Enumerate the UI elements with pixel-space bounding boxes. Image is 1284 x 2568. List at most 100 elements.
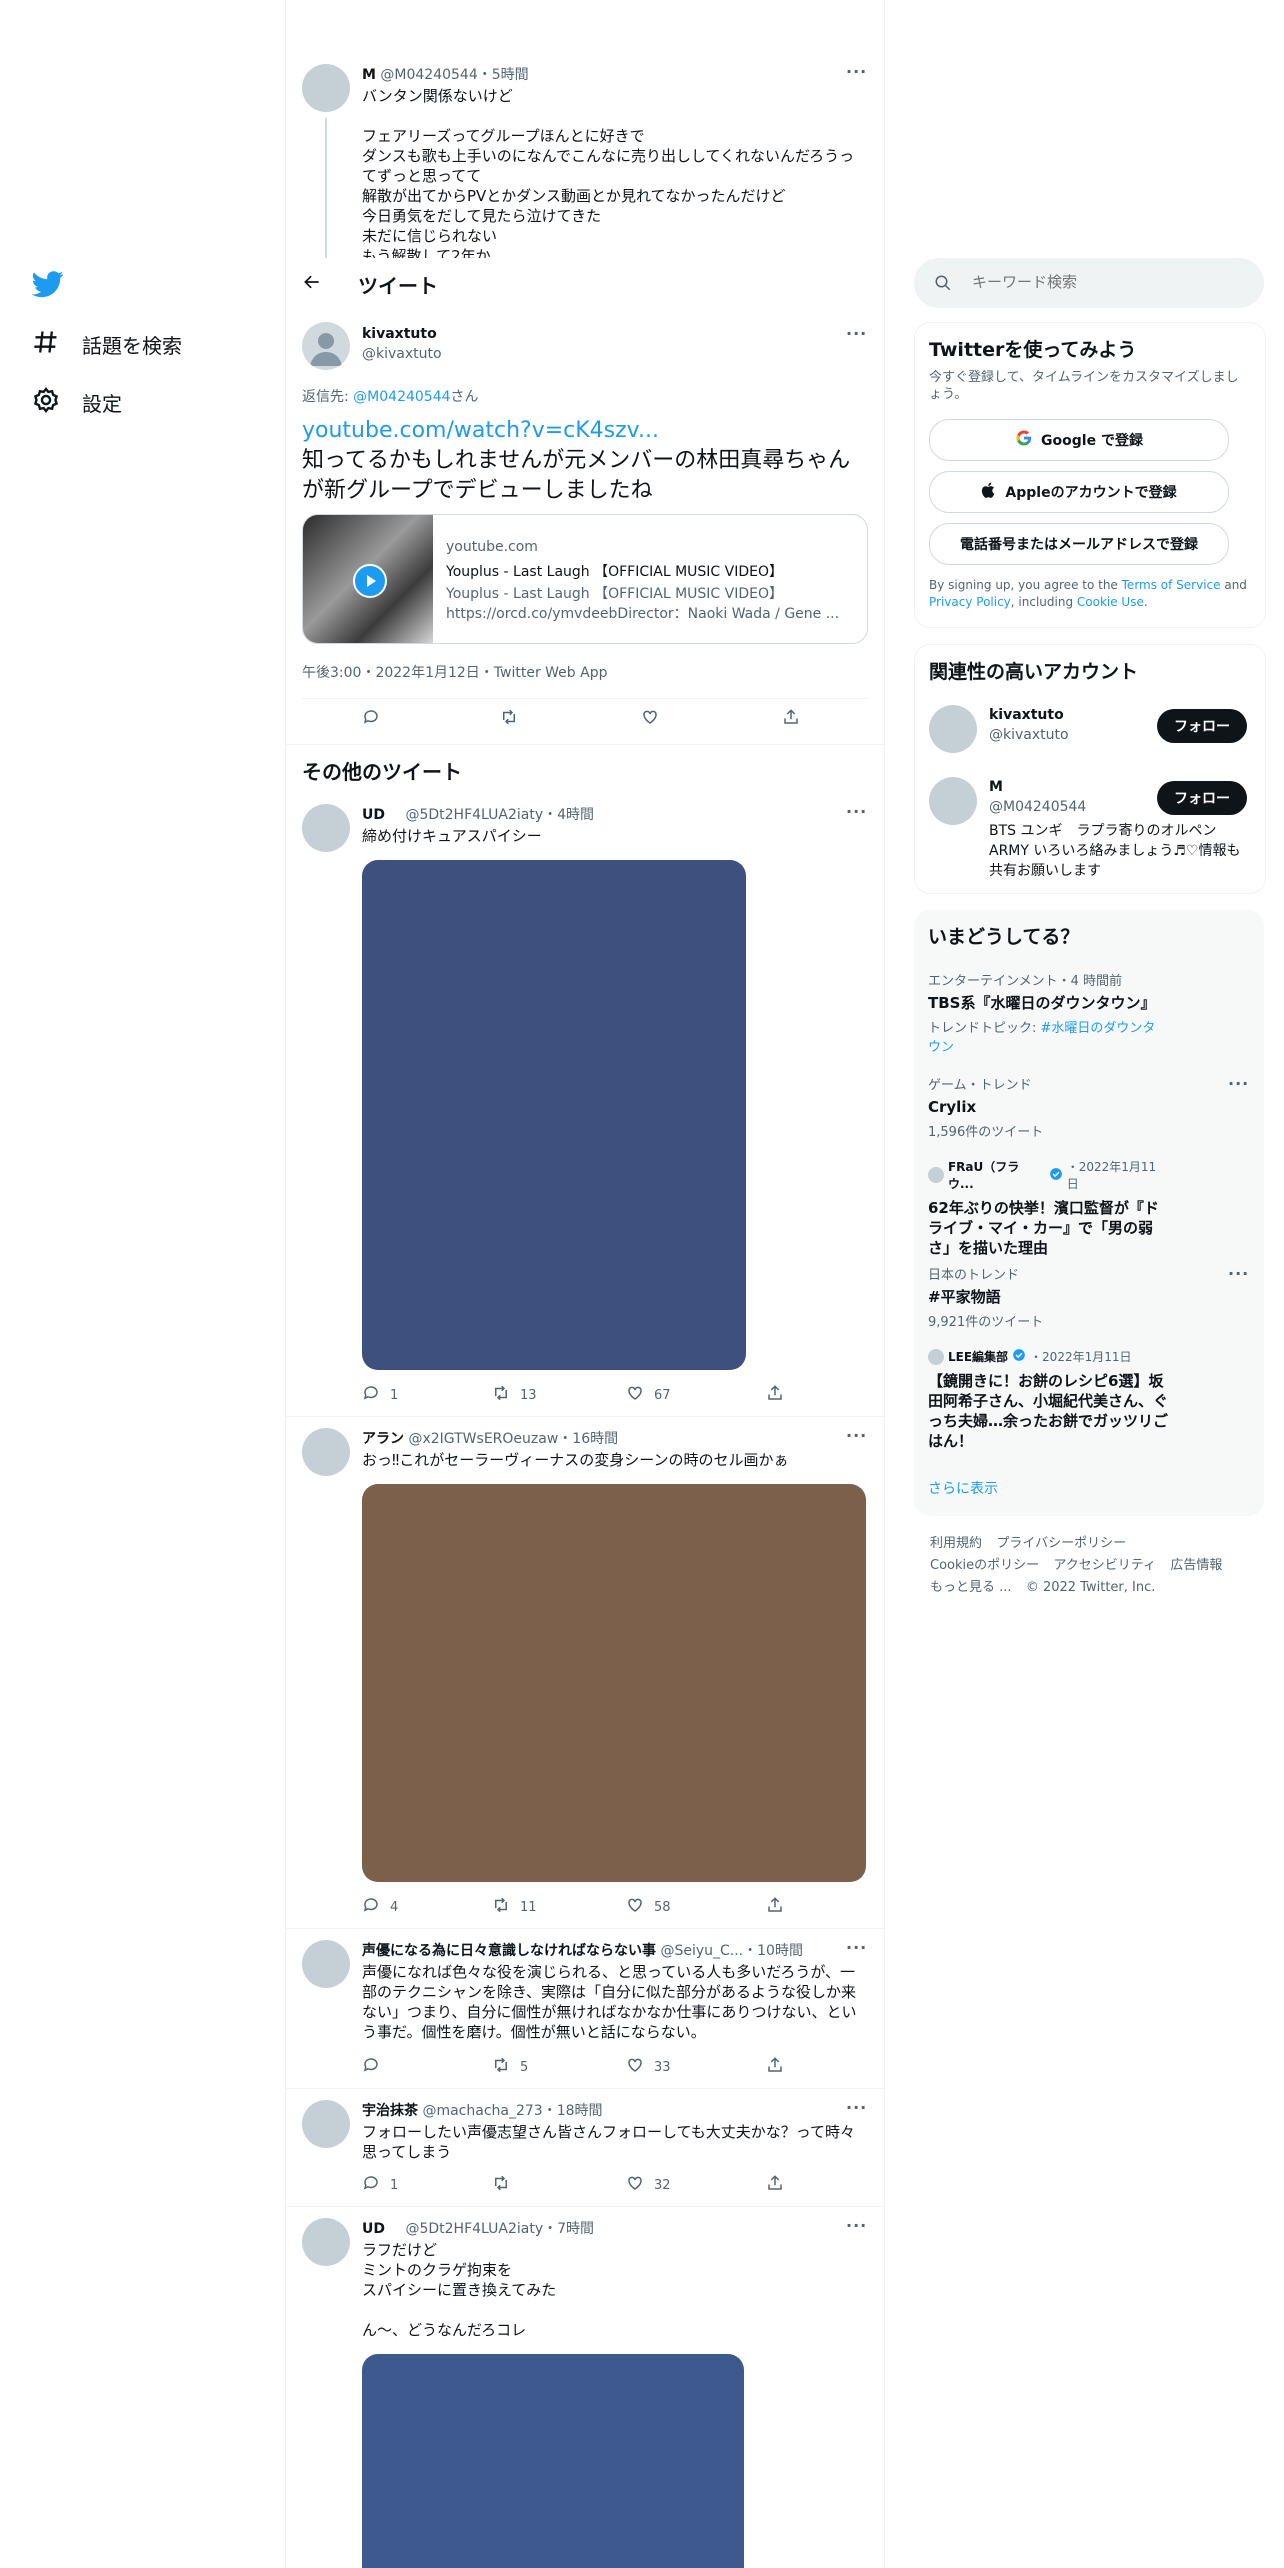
news-item[interactable]: LEE編集部 ・2022年1月11日 【鏡開きに！お餅のレシピ6選】坂田阿希子さ… xyxy=(928,1348,1168,1451)
footer-cookie[interactable]: Cookieのポリシー xyxy=(930,1558,1039,1573)
tweet-time[interactable]: ・5時間 xyxy=(478,67,529,83)
retweet-button[interactable]: 5 xyxy=(492,2056,528,2078)
parent-tweet[interactable]: M @M04240544・5時間 ··· バンタン関係ないけど フェアリーズって… xyxy=(286,0,884,258)
play-icon[interactable] xyxy=(353,564,387,598)
follow-button[interactable]: フォロー xyxy=(1157,709,1247,743)
tweet-link[interactable]: youtube.com/watch?v=cK4szv... xyxy=(302,418,659,443)
trend-item[interactable]: 日本のトレンド #平家物語 9,921件のツイート xyxy=(928,1264,1248,1330)
reply-button[interactable]: 1 xyxy=(362,2174,398,2196)
search-input[interactable] xyxy=(970,272,1244,292)
avatar[interactable] xyxy=(929,705,977,753)
user-handle[interactable]: @x2IGTWsEROeuzaw xyxy=(408,1431,558,1447)
like-button[interactable]: 33 xyxy=(626,2056,671,2078)
link-card[interactable]: youtube.com Youplus - Last Laugh 【OFFICI… xyxy=(302,514,868,644)
share-button[interactable] xyxy=(766,1384,784,1406)
more-icon[interactable]: ··· xyxy=(846,802,867,821)
tweet-item[interactable]: 声優になる為に日々意識しなければならない事 @Seiyu_C...・10時間 ·… xyxy=(286,1928,884,2088)
avatar[interactable] xyxy=(302,2100,350,2148)
footer-ads[interactable]: 広告情報 xyxy=(1170,1558,1222,1573)
back-arrow-icon[interactable] xyxy=(302,272,322,296)
trend-item[interactable]: エンターテインメント・4 時間前 TBS系『水曜日のダウンタウン』 トレンドトピ… xyxy=(928,970,1248,1055)
more-icon[interactable]: ··· xyxy=(846,324,867,343)
reply-to-handle[interactable]: @M04240544 xyxy=(353,389,450,405)
account-name[interactable]: kivaxtuto xyxy=(989,707,1064,723)
follow-button[interactable]: フォロー xyxy=(1157,781,1247,815)
tweet-time[interactable]: ・4時間 xyxy=(543,807,594,823)
share-button[interactable] xyxy=(766,1896,784,1918)
account-handle[interactable]: @kivaxtuto xyxy=(989,727,1069,743)
user-handle[interactable]: @machacha_273 xyxy=(422,2103,542,2119)
like-button[interactable] xyxy=(641,708,659,730)
footer-more[interactable]: もっと見る ... xyxy=(930,1580,1012,1595)
tweet-media[interactable] xyxy=(362,1484,866,1882)
retweet-button[interactable]: 13 xyxy=(492,1384,537,1406)
avatar[interactable] xyxy=(929,777,977,825)
more-icon[interactable]: ··· xyxy=(846,2098,867,2117)
more-icon[interactable]: ··· xyxy=(846,62,867,81)
user-handle[interactable]: @5Dt2HF4LUA2iaty xyxy=(405,2221,543,2237)
tweet-time[interactable]: ・10時間 xyxy=(743,1943,803,1959)
retweet-button[interactable]: 11 xyxy=(492,1896,537,1918)
privacy-link[interactable]: Privacy Policy xyxy=(929,595,1011,609)
apple-signup-button[interactable]: Appleのアカウントで登録 xyxy=(929,471,1229,513)
user-name[interactable]: kivaxtuto xyxy=(362,326,437,342)
more-icon[interactable]: ··· xyxy=(846,2216,867,2235)
user-name[interactable]: M xyxy=(362,67,376,83)
share-button[interactable] xyxy=(782,708,800,730)
user-handle[interactable]: @M04240544 xyxy=(380,67,477,83)
cookie-link[interactable]: Cookie Use xyxy=(1077,595,1144,609)
user-name[interactable]: アラン xyxy=(362,1431,404,1447)
tweet-media[interactable] xyxy=(362,2354,744,2568)
default-avatar-icon[interactable] xyxy=(302,322,350,370)
user-handle[interactable]: @kivaxtuto xyxy=(362,346,442,362)
more-icon[interactable]: ··· xyxy=(1228,1074,1249,1093)
tweet-time[interactable]: ・7時間 xyxy=(543,2221,594,2237)
tweet-item[interactable]: 宇治抹茶 @machacha_273・18時間 ··· フォローしたい声優志望さ… xyxy=(286,2088,884,2206)
terms-link[interactable]: Terms of Service xyxy=(1122,578,1221,592)
tweet-time[interactable]: ・18時間 xyxy=(543,2103,603,2119)
tweet-media[interactable] xyxy=(362,860,746,1370)
user-handle[interactable]: @5Dt2HF4LUA2iaty xyxy=(405,807,543,823)
user-name[interactable]: 声優になる為に日々意識しなければならない事 xyxy=(362,1943,656,1959)
avatar[interactable] xyxy=(302,1940,350,1988)
account-handle[interactable]: @M04240544 xyxy=(989,799,1086,815)
like-button[interactable]: 67 xyxy=(626,1384,671,1406)
user-name[interactable]: 宇治抹茶 xyxy=(362,2103,418,2119)
share-button[interactable] xyxy=(766,2056,784,2078)
footer-privacy[interactable]: プライバシーポリシー xyxy=(996,1536,1126,1551)
nav-explore[interactable]: 話題を検索 xyxy=(32,328,182,361)
phone-signup-button[interactable]: 電話番号またはメールアドレスで登録 xyxy=(929,523,1229,565)
user-name[interactable]: UD xyxy=(362,807,385,823)
tweet-timestamp[interactable]: 午後3:00・2022年1月12日・Twitter Web App xyxy=(302,662,607,682)
footer-accessibility[interactable]: アクセシビリティ xyxy=(1053,1558,1156,1573)
user-handle[interactable]: @Seiyu_C... xyxy=(660,1943,743,1959)
twitter-logo-icon[interactable] xyxy=(31,268,64,304)
retweet-button[interactable] xyxy=(500,708,518,730)
more-icon[interactable]: ··· xyxy=(846,1938,867,1957)
nav-settings[interactable]: 設定 xyxy=(32,386,122,419)
avatar[interactable] xyxy=(302,1428,350,1476)
like-button[interactable]: 58 xyxy=(626,1896,671,1918)
news-item[interactable]: FRaU（フラウ... ・2022年1月11日 62年ぶりの快挙！濱口監督が『ド… xyxy=(928,1158,1168,1258)
user-name[interactable]: UD xyxy=(362,2221,385,2237)
reply-button[interactable] xyxy=(362,708,380,730)
show-more-link[interactable]: さらに表示 xyxy=(928,1478,998,1498)
footer-terms[interactable]: 利用規約 xyxy=(930,1536,982,1551)
trend-item[interactable]: ゲーム・トレンド Crylix 1,596件のツイート xyxy=(928,1074,1248,1140)
tweet-item[interactable]: UD @5Dt2HF4LUA2iaty・7時間 ··· ラフだけど ミントのクラ… xyxy=(286,2206,884,2568)
like-button[interactable]: 32 xyxy=(626,2174,671,2196)
reply-button[interactable] xyxy=(362,2056,390,2078)
avatar[interactable] xyxy=(302,2218,350,2266)
tweet-item[interactable]: アラン @x2IGTWsEROeuzaw・16時間 ··· おっ‼︎これがセーラ… xyxy=(286,1416,884,1928)
avatar[interactable] xyxy=(302,64,350,112)
retweet-button[interactable] xyxy=(492,2174,520,2196)
more-icon[interactable]: ··· xyxy=(846,1426,867,1445)
tweet-time[interactable]: ・16時間 xyxy=(558,1431,618,1447)
search-box[interactable] xyxy=(914,258,1264,308)
tweet-item[interactable]: UD @5Dt2HF4LUA2iaty・4時間 ··· 締め付けキュアスパイシー… xyxy=(286,794,884,1414)
share-button[interactable] xyxy=(766,2174,784,2196)
reply-button[interactable]: 1 xyxy=(362,1384,398,1406)
avatar[interactable] xyxy=(302,804,350,852)
more-icon[interactable]: ··· xyxy=(1228,1264,1249,1283)
google-signup-button[interactable]: Google で登録 xyxy=(929,419,1229,461)
